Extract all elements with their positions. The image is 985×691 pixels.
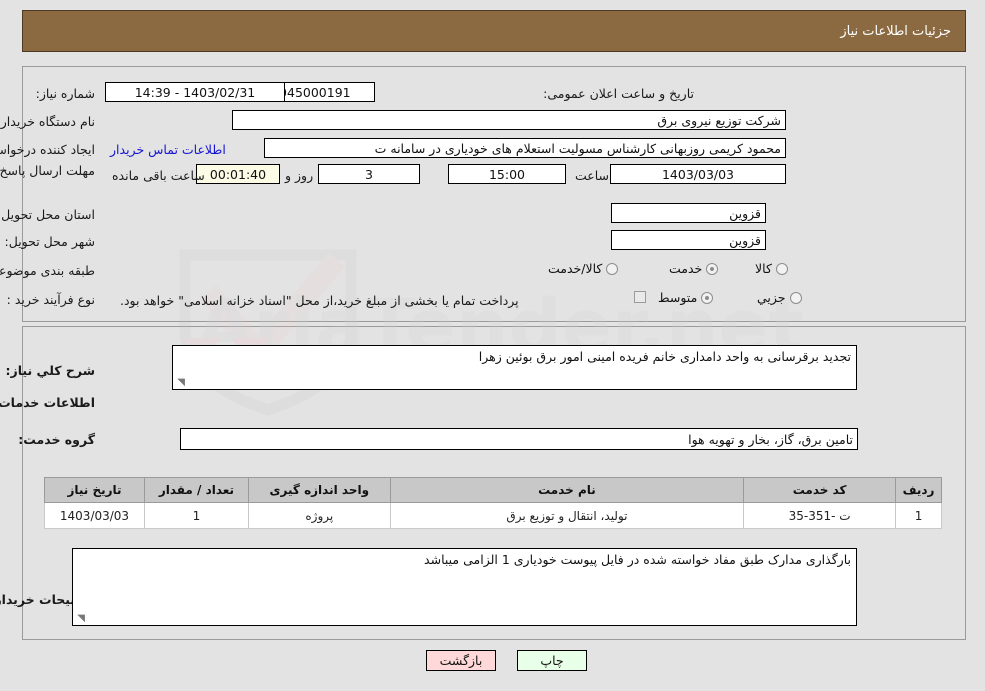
cell-need-date: 1403/03/03 <box>44 502 145 529</box>
process-option-label-1: متوسط <box>658 290 698 305</box>
process-radio-jozei[interactable]: جزیي <box>757 290 802 305</box>
resize-grip-icon[interactable]: ◥ <box>175 378 185 388</box>
col-service-name: نام خدمت <box>389 477 745 503</box>
need-number-label: شماره نیاز: <box>35 86 95 101</box>
deadline-label: مهلت ارسال پاسخ: تا تاریخ: <box>0 163 95 178</box>
cell-row-no: 1 <box>895 502 942 529</box>
service-group-label: گروه خدمت: <box>18 432 95 447</box>
province-label: استان محل تحویل: <box>0 207 95 222</box>
col-service-code: کد خدمت <box>743 477 897 503</box>
announce-datetime-label: تاریخ و ساعت اعلان عمومی: <box>543 86 694 101</box>
general-desc-textarea[interactable]: تجدید برقرسانی به واحد دامداری خانم فرید… <box>172 345 857 390</box>
buyer-notes-textarea[interactable]: بارگذاری مدارک طبق مفاد خواسته شده در فا… <box>72 548 857 626</box>
remaining-label: ساعت باقی مانده <box>112 168 205 183</box>
radio-indicator-motavaset[interactable] <box>701 291 714 304</box>
days-label: روز و <box>285 168 314 183</box>
col-need-date: تاریخ نیاز <box>44 477 145 503</box>
days-field[interactable]: 3 <box>318 164 420 184</box>
category-option-label-0: کالا <box>755 261 772 276</box>
category-radio-khedmat[interactable]: خدمت <box>669 261 719 276</box>
window-title-bar: جزئیات اطلاعات نیاز <box>22 10 966 52</box>
buyer-org-label: نام دستگاه خریدار: <box>0 114 95 129</box>
col-unit: واحد اندازه گیری <box>247 477 391 503</box>
radio-indicator-jozei[interactable] <box>789 291 802 304</box>
cell-service-name: تولید، انتقال و توزیع برق <box>389 502 745 529</box>
radio-indicator-kala-khedmat[interactable] <box>606 262 619 275</box>
hour-field[interactable]: 15:00 <box>448 164 566 184</box>
requester-label: ایجاد کننده درخواست: <box>0 142 95 157</box>
cell-service-code: ت -351-35 <box>743 502 897 529</box>
requester-field[interactable]: محمود کریمی روزبهانی کارشناس مسولیت استع… <box>264 138 786 158</box>
treasury-text: پرداخت تمام یا بخشی از مبلغ خرید،از محل … <box>120 293 519 308</box>
cell-unit: پروژه <box>247 502 391 529</box>
hour-label: ساعت <box>575 168 610 183</box>
category-label: طبقه بندی موضوعی: <box>0 263 95 278</box>
radio-indicator-khedmat[interactable] <box>706 262 719 275</box>
province-field[interactable]: قزوین <box>611 203 766 223</box>
city-field[interactable]: قزوین <box>611 230 766 250</box>
table-header-row: ردیف کد خدمت نام خدمت واحد اندازه گیری ت… <box>44 477 942 503</box>
general-desc-value: تجدید برقرسانی به واحد دامداری خانم فرید… <box>478 349 851 364</box>
need-summary-panel <box>22 66 966 322</box>
general-desc-label: شرح کلي نیاز: <box>5 363 95 378</box>
buyer-org-field[interactable]: شرکت توزیع نیروی برق <box>232 110 786 130</box>
buyer-notes-value: بارگذاری مدارک طبق مفاد خواسته شده در فا… <box>424 552 851 567</box>
service-group-field[interactable]: تامین برق، گاز، بخار و تهویه هوا <box>180 428 858 450</box>
category-option-label-2: کالا/خدمت <box>548 261 603 276</box>
radio-indicator-kala[interactable] <box>775 262 788 275</box>
col-quantity: تعداد / مقدار <box>144 477 249 503</box>
buyer-contact-link[interactable]: اطلاعات تماس خریدار <box>110 142 226 157</box>
treasury-checkbox[interactable] <box>634 291 646 303</box>
print-button[interactable]: چاپ <box>517 650 587 671</box>
back-button[interactable]: بازگشت <box>426 650 496 671</box>
process-label: نوع فرآیند خرید : <box>6 292 95 307</box>
process-option-label-0: جزیي <box>757 290 786 305</box>
table-row: 1 ت -351-35 تولید، انتقال و توزیع برق پر… <box>44 502 942 529</box>
process-radio-motavaset[interactable]: متوسط <box>658 290 714 305</box>
city-label: شهر محل تحویل: <box>4 234 95 249</box>
services-section-title: اطلاعات خدمات مورد نیاز <box>0 395 95 410</box>
countdown-field: 00:01:40 <box>196 164 280 184</box>
category-radio-kala-khedmat[interactable]: کالا/خدمت <box>548 261 619 276</box>
resize-grip-icon-notes[interactable]: ◥ <box>75 614 85 624</box>
deadline-date-field[interactable]: 1403/03/03 <box>610 164 786 184</box>
services-table: ردیف کد خدمت نام خدمت واحد اندازه گیری ت… <box>44 477 942 529</box>
col-row-no: ردیف <box>895 477 942 503</box>
category-radio-kala[interactable]: کالا <box>755 261 788 276</box>
page-title: جزئیات اطلاعات نیاز <box>840 23 951 39</box>
page-root: AriaTender.net جزئیات اطلاعات نیاز شماره… <box>0 0 985 691</box>
cell-quantity: 1 <box>144 502 249 529</box>
announce-datetime-field[interactable]: 1403/02/31 - 14:39 <box>105 82 285 102</box>
category-option-label-1: خدمت <box>669 261 703 276</box>
